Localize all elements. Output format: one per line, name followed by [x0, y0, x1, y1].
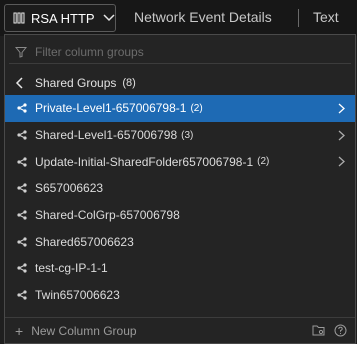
share-icon [17, 210, 27, 220]
shared-groups-count: (8) [122, 77, 136, 89]
column-group-dropdown: Shared Groups (8) Private-Level1-6570067… [4, 34, 356, 344]
column-group-count: (3) [181, 129, 194, 141]
plus-icon: + [15, 323, 24, 339]
chevron-right-icon[interactable] [338, 103, 345, 114]
footer: + New Column Group [5, 317, 355, 344]
column-group-item[interactable]: S657006623 [5, 175, 355, 202]
column-group-name: Twin657006623 [35, 288, 120, 303]
share-icon [17, 130, 27, 140]
tab-text[interactable]: Text [313, 9, 339, 25]
column-group-item[interactable]: Update-Initial-SharedFolder657006798-1 (2… [5, 148, 355, 175]
column-group-item[interactable]: Shared-ColGrp-657006798 [5, 202, 355, 229]
column-group-item[interactable]: Private-Level1-657006798-1 (2) [5, 95, 355, 122]
help-icon[interactable] [334, 324, 347, 337]
chevron-down-icon [103, 14, 115, 22]
share-icon [17, 290, 27, 300]
chevron-right-icon[interactable] [338, 130, 345, 141]
column-group-selector-button[interactable]: RSA HTTP [4, 4, 116, 32]
folder-settings-icon[interactable] [312, 324, 326, 337]
column-group-item[interactable]: Shared-Level1-657006798 (3) [5, 122, 355, 149]
column-group-count: (2) [257, 156, 270, 168]
chevron-right-icon[interactable] [338, 156, 345, 167]
column-group-name: S657006623 [35, 181, 104, 196]
column-group-name: Shared-Level1-657006798 [35, 128, 178, 143]
column-group-name: Shared-ColGrp-657006798 [35, 208, 180, 223]
chevron-left-icon [15, 77, 27, 89]
column-group-list: Private-Level1-657006798-1 (2) Shared-Leve… [5, 95, 355, 309]
top-bar: RSA HTTP Network Event Details Text [0, 0, 357, 36]
tab-separator [298, 9, 299, 27]
column-group-count: (2) [190, 102, 203, 114]
filter-icon [15, 47, 27, 58]
share-icon [17, 263, 27, 274]
filter-bar [9, 41, 351, 64]
filter-column-groups-input[interactable] [35, 43, 335, 61]
share-icon [17, 157, 27, 167]
column-group-name: Shared657006623 [35, 234, 134, 249]
share-icon [17, 237, 27, 247]
shared-groups-label: Shared Groups [35, 76, 117, 90]
column-group-name: Private-Level1-657006798-1 [35, 101, 187, 116]
column-group-item[interactable]: Twin657006623 [5, 282, 355, 309]
column-group-item[interactable]: test-cg-IP-1-1 [5, 255, 355, 282]
back-to-shared-groups[interactable]: Shared Groups (8) [5, 71, 355, 95]
event-details-title: Network Event Details [134, 9, 272, 25]
new-column-group-button[interactable]: New Column Group [31, 324, 136, 338]
column-group-name: Update-Initial-SharedFolder657006798-1 [35, 154, 254, 169]
share-icon [17, 183, 27, 194]
columns-icon [13, 12, 25, 24]
column-group-item[interactable]: Shared657006623 [5, 228, 355, 255]
column-group-name: test-cg-IP-1-1 [35, 261, 108, 276]
share-icon [17, 103, 27, 113]
column-group-selector-label: RSA HTTP [31, 10, 95, 26]
